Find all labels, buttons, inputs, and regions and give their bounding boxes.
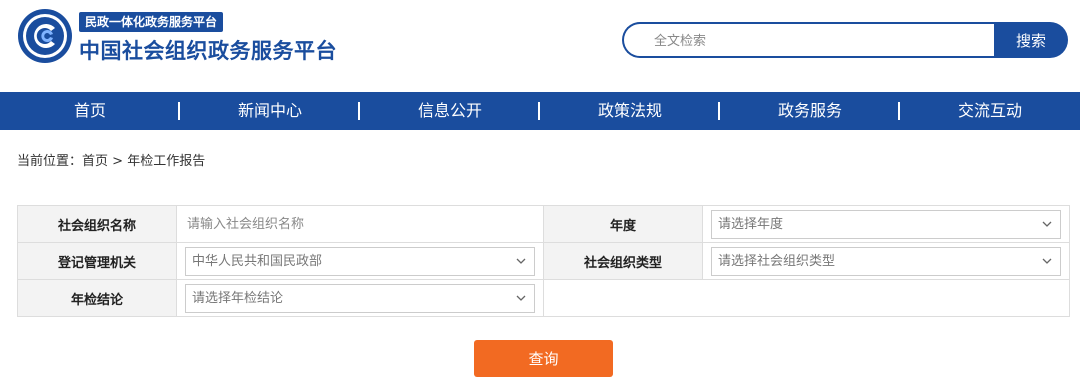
nav-item-interaction[interactable]: 交流互动 [900, 92, 1080, 130]
conclusion-select[interactable]: 请选择年检结论 [185, 283, 535, 313]
breadcrumb-home-link[interactable]: 首页 [82, 154, 108, 169]
search-button[interactable]: 搜索 [994, 22, 1068, 58]
search-input-wrap [622, 22, 994, 58]
chevron-down-icon [1042, 221, 1052, 227]
breadcrumb-current: 年检工作报告 [127, 154, 206, 169]
nav-item-services[interactable]: 政务服务 [720, 92, 900, 130]
breadcrumb-separator: > [108, 154, 128, 169]
search-input[interactable] [652, 24, 986, 58]
breadcrumb: 当前位置：首页 > 年检工作报告 [17, 150, 205, 169]
form-row: 社会组织名称 年度 请选择年度 [17, 205, 1070, 243]
year-select-value: 请选择年度 [718, 216, 784, 232]
form-row: 登记管理机关 中华人民共和国民政部 社会组织类型 请选择社会组织类型 [17, 242, 1070, 280]
nav-item-home[interactable]: 首页 [0, 92, 180, 130]
form-row: 年检结论 请选择年检结论 [17, 279, 1070, 317]
org-name-input[interactable] [177, 206, 543, 242]
search-form-table: 社会组织名称 年度 请选择年度 登记管理机关 中华人民共和国民政部 社会组织类型… [17, 205, 1070, 317]
search-box: 搜索 [622, 22, 1068, 58]
platform-badge: 民政一体化政务服务平台 [79, 12, 224, 32]
site-header: 民政一体化政务服务平台 中国社会组织政务服务平台 搜索 [0, 0, 1080, 92]
authority-select-value: 中华人民共和国民政部 [192, 253, 323, 269]
conclusion-cell: 请选择年检结论 [176, 279, 544, 317]
org-name-label: 社会组织名称 [17, 205, 177, 243]
nav-item-news[interactable]: 新闻中心 [180, 92, 360, 130]
conclusion-label: 年检结论 [17, 279, 177, 317]
year-cell: 请选择年度 [702, 205, 1070, 243]
authority-select[interactable]: 中华人民共和国民政部 [185, 246, 535, 276]
empty-cell [543, 279, 1070, 317]
authority-label: 登记管理机关 [17, 242, 177, 280]
org-name-cell [176, 205, 544, 243]
year-label: 年度 [543, 205, 703, 243]
chevron-down-icon [516, 258, 526, 264]
org-type-label: 社会组织类型 [543, 242, 703, 280]
year-select[interactable]: 请选择年度 [711, 209, 1061, 239]
nav-item-disclosure[interactable]: 信息公开 [360, 92, 540, 130]
nav-item-policy[interactable]: 政策法规 [540, 92, 720, 130]
conclusion-select-value: 请选择年检结论 [192, 290, 284, 306]
chevron-down-icon [1042, 258, 1052, 264]
breadcrumb-prefix: 当前位置： [17, 154, 83, 169]
org-type-select[interactable]: 请选择社会组织类型 [711, 246, 1061, 276]
authority-cell: 中华人民共和国民政部 [176, 242, 544, 280]
chevron-down-icon [516, 295, 526, 301]
main-nav: 首页 新闻中心 信息公开 政策法规 政务服务 交流互动 [0, 92, 1080, 130]
emblem-logo[interactable] [17, 8, 73, 64]
org-type-cell: 请选择社会组织类型 [702, 242, 1070, 280]
site-title[interactable]: 中国社会组织政务服务平台 [79, 36, 337, 66]
query-button[interactable]: 查询 [474, 340, 613, 377]
org-type-select-value: 请选择社会组织类型 [718, 253, 836, 269]
